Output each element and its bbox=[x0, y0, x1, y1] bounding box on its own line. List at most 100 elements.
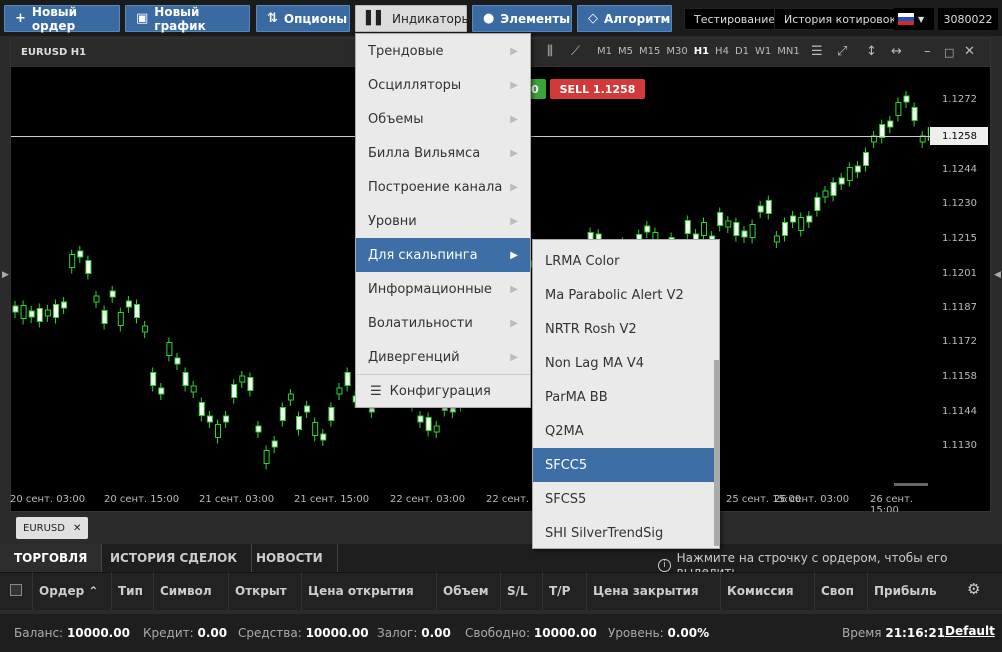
scalping-indicator-item[interactable]: Ma Parabolic Alert V2 bbox=[533, 278, 715, 312]
russia-flag-icon bbox=[898, 13, 914, 25]
candle bbox=[838, 177, 845, 185]
candle bbox=[782, 222, 788, 236]
account-number[interactable]: 3080022 bbox=[938, 8, 998, 30]
price-tick: 1.1144 bbox=[942, 406, 977, 417]
testing-button[interactable]: Тестирование bbox=[684, 8, 786, 30]
candle bbox=[757, 205, 764, 213]
scalping-indicator-item[interactable]: SHI SilverTrendSig bbox=[533, 516, 715, 548]
maximize-icon[interactable]: □ bbox=[944, 46, 954, 59]
select-all-checkbox[interactable] bbox=[10, 584, 22, 596]
quote-history-button[interactable]: История котировок bbox=[774, 8, 907, 30]
candle bbox=[61, 301, 68, 309]
candle bbox=[854, 165, 861, 173]
column-header[interactable]: Цена открытия bbox=[301, 572, 436, 610]
tab-trade-history[interactable]: ИСТОРИЯ СДЕЛОК bbox=[96, 544, 253, 572]
timeframe-h1[interactable]: H1 bbox=[694, 46, 709, 57]
chevron-right-icon: ▶ bbox=[510, 45, 518, 57]
candle bbox=[773, 235, 780, 243]
scalping-indicator-item[interactable]: SFCS5 bbox=[533, 482, 715, 516]
indicator-category-item[interactable]: Построение канала ▶ bbox=[356, 170, 530, 204]
close-icon[interactable]: ✕ bbox=[964, 44, 975, 59]
indicators-button[interactable]: ▌▌ Индикаторы bbox=[355, 5, 471, 32]
timeframe-m5[interactable]: M5 bbox=[618, 46, 633, 57]
candle bbox=[312, 422, 319, 436]
timeframe-h4[interactable]: H4 bbox=[715, 46, 729, 57]
indicator-category-item[interactable]: Объемы ▶ bbox=[356, 102, 530, 136]
chevron-right-icon: ▶ bbox=[510, 249, 518, 261]
timeframe-mn1[interactable]: MN1 bbox=[777, 46, 799, 57]
profile-default-link[interactable]: Default bbox=[945, 624, 995, 638]
scalping-indicator-item[interactable]: NRTR Rosh V2 bbox=[533, 312, 715, 346]
tab-news[interactable]: НОВОСТИ bbox=[242, 544, 338, 572]
column-header[interactable]: Открыт bbox=[228, 572, 301, 610]
indicator-list-icon[interactable]: ☰ bbox=[811, 44, 823, 59]
vertical-resize-icon[interactable]: ↕ bbox=[866, 44, 877, 59]
indicator-category-item[interactable]: Билла Вильямса ▶ bbox=[356, 136, 530, 170]
language-selector[interactable]: ▼ bbox=[894, 8, 934, 30]
scalping-indicator-item[interactable]: ParMA BB bbox=[533, 380, 715, 414]
column-header[interactable]: Ордер ⌃ bbox=[32, 572, 111, 610]
scalping-submenu: LRMA Color Ma Parabolic Alert V2 NRTR Rosh… bbox=[532, 239, 720, 549]
scalping-indicator-item[interactable]: Q2MA bbox=[533, 414, 715, 448]
column-header[interactable]: Прибыль bbox=[867, 572, 959, 610]
candle bbox=[263, 450, 270, 464]
price-tick: 1.1201 bbox=[942, 268, 977, 279]
new-order-button[interactable]: + Новый ордер bbox=[4, 5, 120, 33]
indicator-category-item[interactable]: Информационные ▶ bbox=[356, 272, 530, 306]
chart-tab[interactable]: EURUSD ✕ bbox=[16, 517, 89, 539]
scalping-indicator-item[interactable]: Non Lag MA V4 bbox=[533, 346, 715, 380]
chart-tab-bar bbox=[0, 512, 1002, 544]
indicator-category-item[interactable]: Волатильности ▶ bbox=[356, 306, 530, 340]
chevron-right-icon: ▶ bbox=[510, 283, 518, 295]
time-tick: 21 сент. 03:00 bbox=[199, 494, 275, 505]
timeframe-d1[interactable]: D1 bbox=[735, 46, 749, 57]
column-header[interactable]: Символ bbox=[153, 572, 228, 610]
indicator-category-item[interactable]: Трендовые ▶ bbox=[356, 34, 530, 68]
chart-scrollbar[interactable] bbox=[894, 483, 928, 486]
candle bbox=[344, 372, 351, 386]
price-tick: 1.1172 bbox=[942, 336, 977, 347]
timeframe-m15[interactable]: M15 bbox=[639, 46, 660, 57]
candle bbox=[69, 254, 76, 268]
sell-button[interactable]: SELL 1.1258 bbox=[550, 79, 645, 99]
submenu-scrollbar[interactable] bbox=[714, 360, 719, 546]
column-header[interactable]: T/P bbox=[542, 572, 586, 610]
collapse-left-icon[interactable]: ▶ bbox=[2, 270, 9, 280]
scalping-indicator-item[interactable]: LRMA Color bbox=[533, 244, 715, 278]
collapse-right-icon[interactable]: ◀ bbox=[994, 270, 1001, 280]
new-chart-button[interactable]: ▣ Новый график bbox=[125, 5, 250, 33]
indicator-category-item[interactable]: Дивергенций ▶ bbox=[356, 340, 530, 374]
candle bbox=[336, 387, 343, 395]
column-header[interactable]: Комиссия bbox=[720, 572, 814, 610]
options-button[interactable]: ⇅ Опционы bbox=[256, 5, 350, 32]
tab-trading[interactable]: ТОРГОВЛЯ bbox=[0, 544, 103, 572]
expand-diagonal-icon[interactable]: ⤢ bbox=[837, 44, 847, 59]
elements-button[interactable]: ● Элементы bbox=[472, 5, 572, 32]
column-header[interactable]: Тип bbox=[111, 572, 153, 610]
timeframe-w1[interactable]: W1 bbox=[755, 46, 771, 57]
candle bbox=[806, 215, 813, 223]
indicator-category-item[interactable]: Осцилляторы ▶ bbox=[356, 68, 530, 102]
line-chart-icon[interactable]: ⟋ bbox=[571, 44, 580, 59]
time-tick: 26 сент. 03:00 bbox=[774, 494, 850, 505]
column-header[interactable]: Объем bbox=[436, 572, 500, 610]
candle bbox=[36, 308, 43, 322]
configuration-item[interactable]: ☰ Конфигурация bbox=[356, 374, 530, 408]
indicator-category-item[interactable]: Уровни ▶ bbox=[356, 204, 530, 238]
column-header[interactable]: Своп bbox=[814, 572, 867, 610]
algorithm-button[interactable]: ◇ Алгоритм bbox=[577, 5, 672, 32]
close-tab-icon[interactable]: ✕ bbox=[73, 523, 81, 534]
timeframe-m1[interactable]: M1 bbox=[597, 46, 612, 57]
minimize-icon[interactable]: – bbox=[924, 44, 931, 59]
column-header[interactable]: S/L bbox=[500, 572, 542, 610]
gear-icon[interactable]: ⚙ bbox=[967, 580, 980, 598]
indicator-category-item[interactable]: Для скальпинга ▶ bbox=[356, 238, 530, 272]
scalping-indicator-item[interactable]: SFCC5 bbox=[533, 448, 715, 482]
timeframe-selector: M1 M5 M15 M30 H1 H4 D1 W1 MN1 bbox=[597, 46, 800, 57]
horizontal-resize-icon[interactable]: ↔ bbox=[891, 44, 902, 59]
timeframe-m30[interactable]: M30 bbox=[666, 46, 687, 57]
column-header[interactable]: Цена закрытия bbox=[586, 572, 720, 610]
price-tick: 1.1230 bbox=[942, 198, 977, 209]
candle bbox=[417, 415, 424, 423]
candles-icon[interactable]: ⫼ bbox=[547, 44, 553, 59]
